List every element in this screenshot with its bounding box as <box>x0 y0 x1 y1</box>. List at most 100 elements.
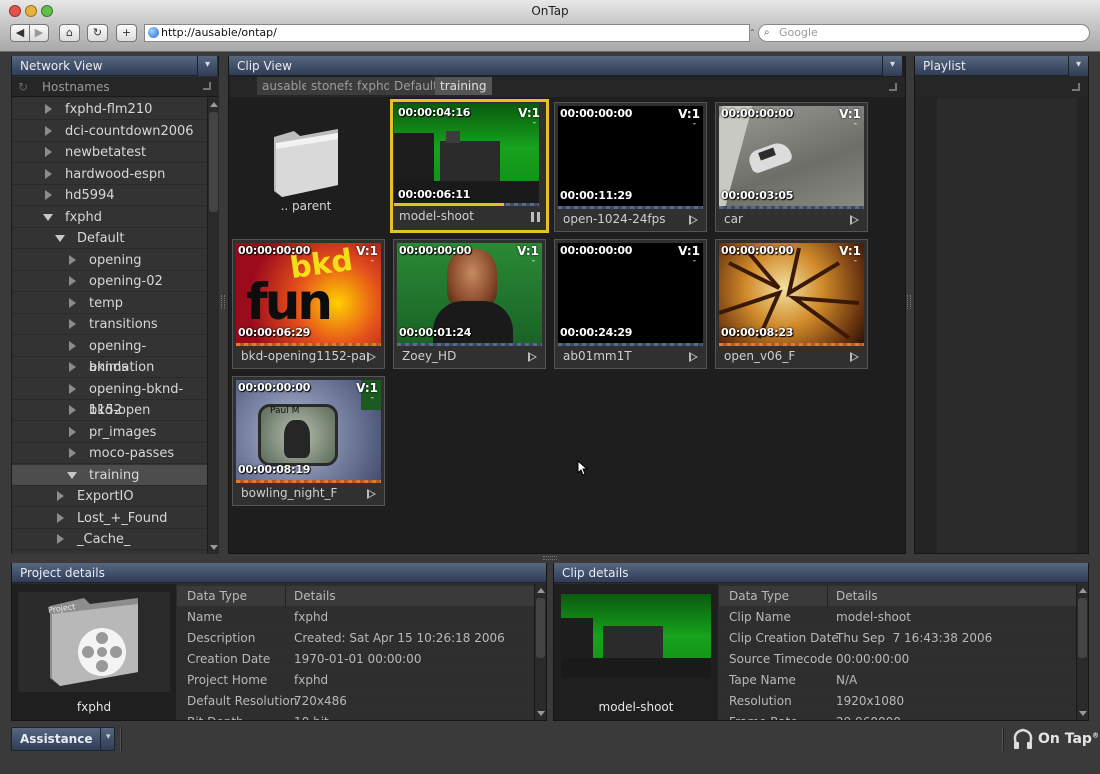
tree-item-moco-passes[interactable]: moco-passes <box>12 443 207 464</box>
expand-icon[interactable] <box>69 341 76 351</box>
table-row[interactable]: Name fxphd <box>177 607 534 628</box>
network-view-menu-button[interactable]: ▾ <box>197 56 217 76</box>
tree-item-fxphd-flm210[interactable]: fxphd-flm210 <box>12 99 207 120</box>
close-window-button[interactable] <box>9 5 21 17</box>
tree-item-default[interactable]: Default <box>12 228 207 249</box>
tree-item-opening-animation[interactable]: opening-animation <box>12 336 207 375</box>
table-row[interactable]: Clip Creation Date Thu Sep 7 16:43:38 200… <box>719 628 1076 649</box>
back-button[interactable]: ◀ <box>10 24 30 42</box>
playlist-menu-button[interactable]: ▾ <box>1068 56 1088 76</box>
expand-icon[interactable] <box>45 190 52 200</box>
expand-icon[interactable] <box>57 534 64 544</box>
collapse-icon[interactable] <box>43 214 53 221</box>
scroll-thumb[interactable] <box>209 112 218 212</box>
table-row[interactable]: Bit Depth 10 bit <box>177 712 534 720</box>
splitter-handle[interactable] <box>907 295 911 309</box>
clip-tile-bowling-night-f[interactable]: Paul M 00:00:00:00 00:00:08:19 V:1 - bow… <box>232 376 385 506</box>
minimize-window-button[interactable] <box>25 5 37 17</box>
clip-tile-zoey-hd[interactable]: 00:00:00:00 00:00:01:24 V:1 - Zoey_HD <box>393 239 546 369</box>
expand-icon[interactable] <box>69 405 76 415</box>
tree-item-dci-countdown2006[interactable]: dci-countdown2006 <box>12 121 207 142</box>
playlist-list[interactable] <box>937 98 1077 553</box>
tree-scrollbar[interactable] <box>207 98 219 554</box>
tree-item-training[interactable]: training <box>12 465 207 486</box>
tree-item-opening-02[interactable]: opening-02 <box>12 271 207 292</box>
clip-tile-model-shoot[interactable]: 00:00:04:16 00:00:06:11 V:1 - model-shoo… <box>390 99 549 233</box>
table-row[interactable]: Description Created: Sat Apr 15 10:26:18 … <box>177 628 534 649</box>
assistance-button[interactable]: Assistance ▾ <box>11 727 115 751</box>
parent-folder[interactable]: .. parent <box>246 115 366 215</box>
tree-item-bknds[interactable]: bknds <box>12 357 207 378</box>
scroll-thumb[interactable] <box>536 598 545 658</box>
address-bar[interactable]: http://ausable/ontap/ <box>144 24 750 42</box>
expand-icon[interactable] <box>69 427 76 437</box>
expand-icon[interactable] <box>57 513 64 523</box>
scroll-down-icon[interactable] <box>537 711 545 716</box>
collapse-icon[interactable] <box>55 235 65 242</box>
add-bookmark-button[interactable]: + <box>116 24 137 42</box>
search-field[interactable]: Google <box>758 24 1090 42</box>
sort-icon[interactable] <box>889 83 897 91</box>
home-button[interactable]: ⌂ <box>59 24 80 42</box>
forward-button[interactable]: ▶ <box>29 24 49 42</box>
chevron-down-icon[interactable]: ▾ <box>106 732 111 742</box>
table-row[interactable]: Tape Name N/A <box>719 670 1076 691</box>
tree-item-hd5994[interactable]: hd5994 <box>12 185 207 206</box>
play-icon[interactable] <box>367 489 376 499</box>
refresh-icon[interactable]: ↻ <box>18 77 28 97</box>
clip-view-menu-button[interactable]: ▾ <box>882 56 902 76</box>
play-icon[interactable] <box>367 352 376 362</box>
play-icon[interactable] <box>850 215 859 225</box>
tree-item-pr-images[interactable]: pr_images <box>12 422 207 443</box>
expand-icon[interactable] <box>69 362 76 372</box>
column-header-details[interactable]: Details <box>836 586 878 607</box>
expand-icon[interactable] <box>45 147 52 157</box>
tree-item-bkd-open[interactable]: bkd-open <box>12 400 207 421</box>
scroll-thumb[interactable] <box>1078 598 1087 658</box>
expand-icon[interactable] <box>69 255 76 265</box>
table-row[interactable]: Creation Date 1970-01-01 00:00:00 <box>177 649 534 670</box>
clip-tile-open-v06-f[interactable]: 00:00:00:00 00:00:08:23 V:1 - open_v06_F <box>715 239 868 369</box>
splitter-handle[interactable] <box>221 295 225 309</box>
tree-item-fxphd[interactable]: fxphd <box>12 207 207 228</box>
column-header-details[interactable]: Details <box>294 586 336 607</box>
column-header-data-type[interactable]: Data Type <box>729 586 789 607</box>
table-row[interactable]: Default Resolution 720x486 <box>177 691 534 712</box>
tree-item-exportio[interactable]: ExportIO <box>12 486 207 507</box>
scroll-up-icon[interactable] <box>537 588 545 593</box>
expand-icon[interactable] <box>57 491 64 501</box>
breadcrumb-training[interactable]: training <box>435 77 492 95</box>
clip-details-scrollbar[interactable] <box>1076 584 1088 720</box>
clip-tile-ab01mm1t[interactable]: 00:00:00:00 00:00:24:29 V:1 - ab01mm1T <box>554 239 707 369</box>
play-icon[interactable] <box>689 352 698 362</box>
table-row[interactable]: Resolution 1920x1080 <box>719 691 1076 712</box>
pause-icon[interactable] <box>531 212 540 222</box>
table-row[interactable]: Source Timecode 00:00:00:00 <box>719 649 1076 670</box>
scroll-down-icon[interactable] <box>210 545 218 550</box>
expand-icon[interactable] <box>45 126 52 136</box>
address-dropdown-icon[interactable]: ⌃ <box>749 28 756 37</box>
play-icon[interactable] <box>528 352 537 362</box>
zoom-window-button[interactable] <box>41 5 53 17</box>
tree-item-hardwood-espn[interactable]: hardwood-espn <box>12 164 207 185</box>
expand-icon[interactable] <box>45 169 52 179</box>
expand-icon[interactable] <box>69 384 76 394</box>
clip-tile-bkd-opening1152-part4-01[interactable]: bkd fun 00:00:00:00 00:00:06:29 V:1 - bk… <box>232 239 385 369</box>
table-row[interactable]: Project Home fxphd <box>177 670 534 691</box>
expand-icon[interactable] <box>69 276 76 286</box>
play-icon[interactable] <box>689 215 698 225</box>
scroll-up-icon[interactable] <box>210 102 218 107</box>
table-row[interactable]: Clip Name model-shoot <box>719 607 1076 628</box>
table-row[interactable]: Frame Rate 29.960000 <box>719 712 1076 720</box>
clip-tile-open-1024-24fps[interactable]: 00:00:00:00 00:00:11:29 V:1 - open-1024-… <box>554 102 707 232</box>
scroll-down-icon[interactable] <box>1079 711 1087 716</box>
sort-icon[interactable] <box>203 82 211 90</box>
column-header-data-type[interactable]: Data Type <box>187 586 247 607</box>
sort-icon[interactable] <box>1072 83 1080 91</box>
tree-item-opening-bknd-1152[interactable]: opening-bknd-1152 <box>12 379 207 418</box>
expand-icon[interactable] <box>69 448 76 458</box>
splitter-handle[interactable] <box>543 556 557 560</box>
tree-item-transitions[interactable]: transitions <box>12 314 207 335</box>
project-details-scrollbar[interactable] <box>534 584 546 720</box>
tree-item-cache[interactable]: _Cache_ <box>12 529 207 550</box>
